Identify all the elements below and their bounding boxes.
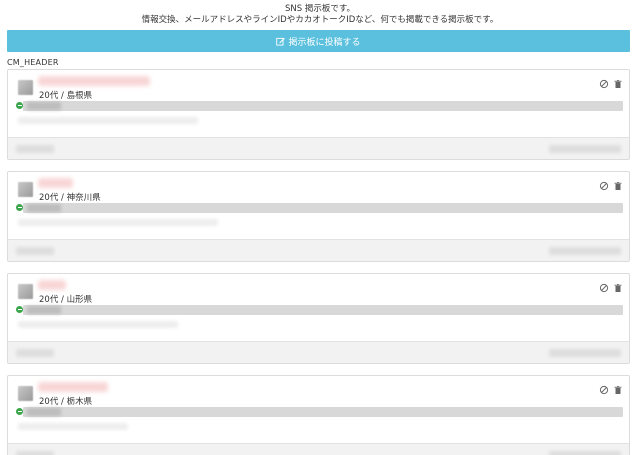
post-footer — [8, 137, 629, 159]
contact-id-bar — [23, 407, 623, 417]
post-body-blurred — [18, 321, 178, 328]
post-meta-blurred — [549, 247, 621, 255]
poster-name-blurred — [38, 178, 73, 188]
poster-age-location: 20代 / 島根県 — [39, 91, 93, 101]
contact-id-bar — [23, 203, 623, 213]
poster-age-location: 20代 / 山形県 — [39, 295, 93, 305]
post-date-blurred — [16, 247, 54, 255]
post-date-blurred — [16, 145, 54, 153]
post-body-blurred — [18, 423, 128, 430]
post-to-board-button[interactable]: 掲示板に投稿する — [7, 30, 630, 52]
post-meta-blurred — [549, 451, 621, 455]
avatar — [18, 284, 33, 299]
post-meta-blurred — [549, 349, 621, 357]
post-footer — [8, 341, 629, 363]
trash-icon[interactable] — [613, 283, 623, 293]
post-date-blurred — [16, 451, 54, 455]
block-icon[interactable] — [599, 79, 609, 89]
avatar — [18, 386, 33, 401]
poster-age-location: 20代 / 栃木県 — [39, 397, 93, 407]
post-card: 20代 / 神奈川県 — [7, 171, 630, 262]
post-date-blurred — [16, 349, 54, 357]
post-card: 20代 / 栃木県 — [7, 375, 630, 455]
line-app-icon — [16, 204, 23, 211]
trash-icon[interactable] — [613, 385, 623, 395]
intro-text: SNS 掲示板です。 情報交換、メールアドレスやラインIDやカカオトークIDなど… — [0, 0, 640, 26]
intro-line-1: SNS 掲示板です。 — [284, 4, 355, 14]
block-icon[interactable] — [599, 181, 609, 191]
edit-icon — [276, 37, 286, 46]
post-body-blurred — [18, 219, 218, 226]
line-app-icon — [16, 306, 23, 313]
intro-line-2: 情報交換、メールアドレスやラインIDやカカオトークIDなど、何でも掲載できる掲示… — [141, 15, 499, 25]
poster-name-blurred — [38, 76, 150, 86]
trash-icon[interactable] — [613, 79, 623, 89]
contact-id-bar — [23, 101, 623, 111]
poster-name-blurred — [38, 382, 108, 392]
post-card: 20代 / 山形県 — [7, 273, 630, 364]
contact-id-bar — [23, 305, 623, 315]
post-footer — [8, 239, 629, 261]
poster-age-location: 20代 / 神奈川県 — [39, 193, 101, 203]
post-footer — [8, 443, 629, 455]
avatar — [18, 182, 33, 197]
line-app-icon — [16, 102, 23, 109]
trash-icon[interactable] — [613, 181, 623, 191]
poster-name-blurred — [38, 280, 66, 290]
cm-header: CM_HEADER — [7, 58, 59, 67]
line-app-icon — [16, 408, 23, 415]
block-icon[interactable] — [599, 385, 609, 395]
post-card: 20代 / 島根県 — [7, 69, 630, 160]
avatar — [18, 80, 33, 95]
block-icon[interactable] — [599, 283, 609, 293]
post-meta-blurred — [549, 145, 621, 153]
post-button-label: 掲示板に投稿する — [288, 37, 361, 48]
post-body-blurred — [18, 117, 198, 124]
